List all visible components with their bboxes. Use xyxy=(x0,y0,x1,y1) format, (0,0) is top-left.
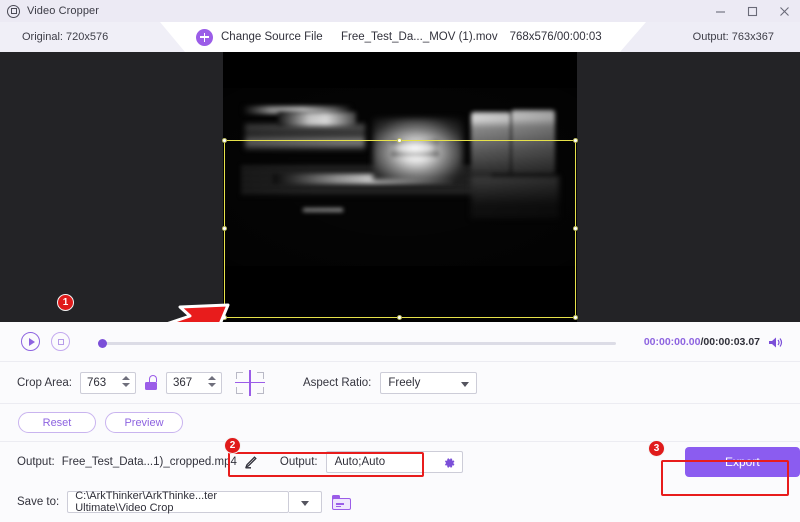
source-filename: Free_Test_Da..._MOV (1).mov xyxy=(341,31,498,43)
save-to-row: Save to: C:\ArkThinker\ArkThinke...ter U… xyxy=(0,482,800,522)
crop-handle-top-left[interactable] xyxy=(222,138,227,143)
aspect-ratio-value: Freely xyxy=(388,376,421,389)
crop-actions-row: Reset Preview xyxy=(0,404,800,442)
crop-handle-top-center[interactable] xyxy=(397,138,402,143)
window-title: Video Cropper xyxy=(27,5,100,17)
title-bar: Video Cropper xyxy=(0,0,800,22)
current-time: 00:00:00.00 xyxy=(643,336,701,348)
crop-selection-box[interactable] xyxy=(222,138,578,320)
aspect-ratio-label: Aspect Ratio: xyxy=(302,376,372,389)
plus-icon xyxy=(196,28,213,46)
save-to-label: Save to: xyxy=(17,496,60,508)
export-button[interactable]: Export xyxy=(684,447,800,477)
save-path-value: C:\ArkThinker\ArkThinke...ter Ultimate\V… xyxy=(75,490,218,514)
source-meta: 768x576/00:00:03 xyxy=(509,31,602,43)
seek-track xyxy=(98,342,616,345)
save-path-field[interactable]: C:\ArkThinker\ArkThinke...ter Ultimate\V… xyxy=(67,490,290,514)
maximize-icon[interactable] xyxy=(736,0,768,22)
original-size-label: Original: 720x576 xyxy=(22,31,109,43)
crop-handle-bottom-right[interactable] xyxy=(573,315,578,320)
video-cropper-window: Video Cropper Original: 720x576 Change S… xyxy=(0,0,800,522)
crop-circle-icon xyxy=(7,4,20,18)
output-file-name: Free_Test_Data...1)_cropped.mp4 xyxy=(61,456,237,468)
seek-slider[interactable] xyxy=(98,339,616,348)
volume-icon[interactable] xyxy=(768,322,783,362)
video-preview-stage[interactable] xyxy=(0,52,800,322)
crop-handle-middle-right[interactable] xyxy=(573,226,578,231)
folder-icon[interactable] xyxy=(332,494,352,510)
stop-icon[interactable] xyxy=(51,332,70,351)
crop-area-controls: Crop Area: Aspect Ratio: Freely xyxy=(0,362,800,404)
change-source-label: Change Source File xyxy=(221,31,323,43)
timecode-display: 00:00:00.00 /00:00:03.07 xyxy=(644,322,760,362)
aspect-lock-icon[interactable] xyxy=(144,375,158,390)
crop-width-input[interactable] xyxy=(86,376,125,389)
chevron-down-icon xyxy=(461,381,470,387)
crop-height-input[interactable] xyxy=(172,376,211,389)
gear-icon[interactable] xyxy=(442,456,456,475)
save-path-dropdown[interactable] xyxy=(289,491,323,513)
annotation-badge-3: 3 xyxy=(648,440,665,457)
tab-output-size[interactable]: Output: 763x367 xyxy=(620,22,800,52)
crop-handle-top-right[interactable] xyxy=(573,138,578,143)
crop-width-arrows[interactable] xyxy=(121,375,130,387)
output-row: Output: Free_Test_Data...1)_cropped.mp4 … xyxy=(0,442,800,482)
output-file-label: Output: xyxy=(17,456,55,468)
crop-handle-bottom-left[interactable] xyxy=(222,315,227,320)
close-icon[interactable] xyxy=(768,0,800,22)
crop-width-stepper[interactable] xyxy=(79,371,136,394)
center-crop-icon[interactable] xyxy=(234,369,265,396)
edit-pencil-icon[interactable] xyxy=(244,455,257,469)
source-bar: Original: 720x576 Change Source File Fre… xyxy=(0,22,800,52)
minimize-icon[interactable] xyxy=(704,0,736,22)
change-source-file-button[interactable]: Change Source File xyxy=(196,22,323,52)
crop-handle-bottom-center[interactable] xyxy=(397,315,402,320)
crop-area-label: Crop Area: xyxy=(17,376,72,389)
tab-original-size[interactable]: Original: 720x576 xyxy=(0,22,185,52)
playback-controls: 00:00:00.00 /00:00:03.07 xyxy=(0,322,800,362)
output-size-label: Output: 763x367 xyxy=(692,31,774,43)
aspect-ratio-select[interactable]: Freely xyxy=(380,371,478,394)
seek-thumb[interactable] xyxy=(98,339,107,348)
chevron-down-icon xyxy=(301,501,310,506)
annotation-badge-2: 2 xyxy=(224,437,241,454)
source-info: Free_Test_Da..._MOV (1).mov 768x576/00:0… xyxy=(341,22,602,52)
output-format-field[interactable]: Auto;Auto xyxy=(325,451,463,475)
crop-height-stepper[interactable] xyxy=(165,371,222,394)
total-time: /00:00:03.07 xyxy=(700,336,760,348)
crop-height-arrows[interactable] xyxy=(207,375,216,387)
output-format-label: Output: xyxy=(279,456,318,468)
window-controls xyxy=(704,0,800,22)
crop-handle-middle-left[interactable] xyxy=(222,226,227,231)
play-icon[interactable] xyxy=(21,332,40,351)
preview-button[interactable]: Preview xyxy=(105,412,183,433)
annotation-badge-1: 1 xyxy=(57,294,74,311)
reset-button[interactable]: Reset xyxy=(18,412,96,433)
output-format-value: Auto;Auto xyxy=(334,456,386,468)
